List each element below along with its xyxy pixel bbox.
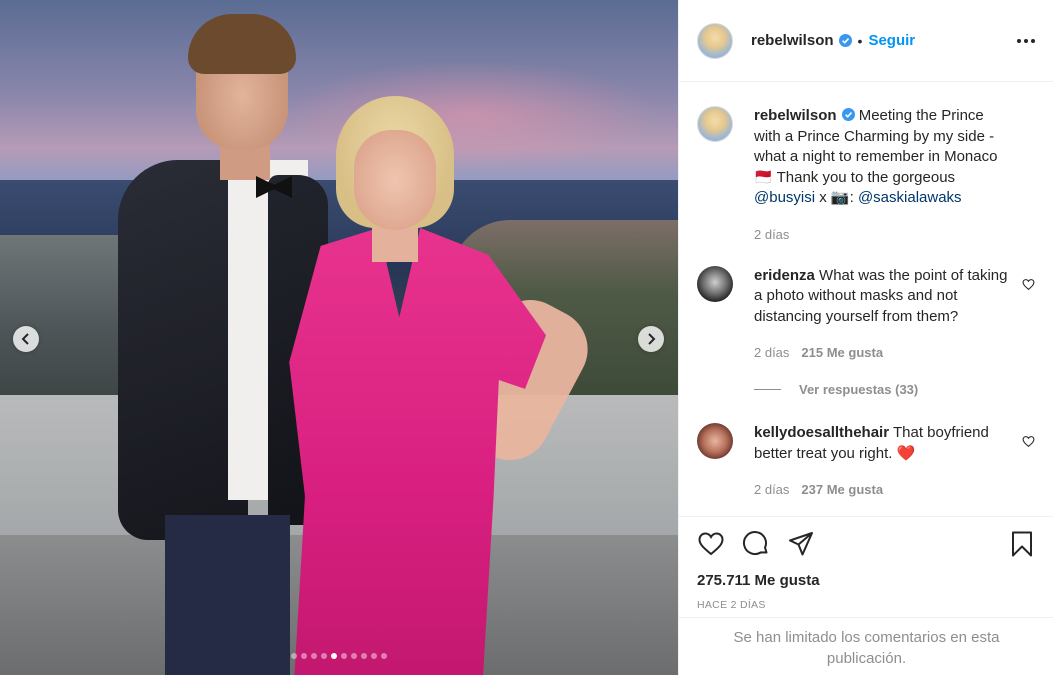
bookmark-icon[interactable] xyxy=(1008,530,1036,558)
comment-icon[interactable] xyxy=(742,530,770,558)
caption-colon: : xyxy=(849,189,854,206)
carousel-next-button[interactable] xyxy=(638,326,664,352)
carousel-dot xyxy=(311,653,317,659)
carousel-dot xyxy=(301,653,307,659)
view-replies-label: Ver respuestas (33) xyxy=(799,382,919,397)
comment-text: eridenza What was the point of taking a … xyxy=(754,266,1012,328)
carousel-indicator xyxy=(0,653,678,659)
monaco-flag-emoji: 🇲🇨 xyxy=(754,168,773,186)
carousel-dot xyxy=(351,653,357,659)
mention-saskialawaks[interactable]: @saskialawaks xyxy=(858,189,962,206)
post-like-count[interactable]: 275.711 Me gusta xyxy=(697,572,1036,589)
camera-emoji: 📷 xyxy=(830,189,850,206)
caption-author[interactable]: rebelwilson xyxy=(754,107,837,124)
caption-meta: 2 días xyxy=(754,227,1012,242)
comment-meta: 2 días 237 Me gusta xyxy=(754,482,1012,497)
carousel-dot xyxy=(321,653,327,659)
comment-like-heart-icon[interactable] xyxy=(1022,278,1035,291)
comment-item: eridenza What was the point of taking a … xyxy=(697,265,1035,360)
post-photo[interactable] xyxy=(0,0,678,675)
caption-avatar[interactable] xyxy=(697,106,733,142)
carousel-dot xyxy=(381,653,387,659)
comment-author[interactable]: eridenza xyxy=(754,267,815,284)
replies-divider xyxy=(754,389,781,390)
heart-icon[interactable] xyxy=(697,530,725,558)
comments-list[interactable]: rebelwilson Meeting the Prince with a Pr… xyxy=(679,82,1053,514)
comment-like-count[interactable]: 237 Me gusta xyxy=(801,482,883,497)
carousel-prev-button[interactable] xyxy=(13,326,39,352)
caption-line-2: Thank you to the gorgeous xyxy=(776,168,956,186)
chevron-left-icon xyxy=(21,333,29,345)
author-username[interactable]: rebelwilson xyxy=(751,32,834,49)
more-icon-dot xyxy=(1024,38,1028,43)
comment-like-heart-icon[interactable] xyxy=(1022,435,1035,448)
comment-item: kellydoesallthehair That boyfriend bette… xyxy=(697,423,1035,497)
caption: rebelwilson Meeting the Prince with a Pr… xyxy=(697,106,1035,242)
post-actions: 275.711 Me gusta HACE 2 DÍAS xyxy=(679,516,1053,611)
comment-time[interactable]: 2 días xyxy=(754,345,789,360)
share-icon[interactable] xyxy=(787,530,815,558)
carousel-dot xyxy=(341,653,347,659)
comment-like-count[interactable]: 215 Me gusta xyxy=(801,345,883,360)
more-options-button[interactable] xyxy=(1017,33,1035,49)
more-icon-dot xyxy=(1031,38,1035,43)
post-timestamp[interactable]: HACE 2 DÍAS xyxy=(697,599,1036,611)
author-avatar[interactable] xyxy=(697,22,733,59)
comment-meta: 2 días 215 Me gusta xyxy=(754,345,1012,360)
photo-man-hair xyxy=(188,14,296,74)
carousel-dot xyxy=(361,653,367,659)
carousel-dot xyxy=(291,653,297,659)
caption-time[interactable]: 2 días xyxy=(754,227,789,242)
comment-avatar[interactable] xyxy=(697,265,733,302)
post-header: rebelwilson • Seguir xyxy=(679,0,1053,82)
caption-text: rebelwilson Meeting the Prince with a Pr… xyxy=(754,106,1012,209)
more-icon xyxy=(1017,38,1021,43)
comment-time[interactable]: 2 días xyxy=(754,482,789,497)
photo-woman-face xyxy=(354,130,436,230)
caption-line-3: x xyxy=(819,189,827,206)
mention-busyisi[interactable]: @busyisi xyxy=(754,189,815,206)
photo-man-trousers xyxy=(165,515,290,675)
comment-text: kellydoesallthehair That boyfriend bette… xyxy=(754,423,1012,464)
comment-avatar[interactable] xyxy=(697,423,733,459)
verified-icon xyxy=(838,34,852,47)
comments-limited-notice: Se han limitado los comentarios en esta … xyxy=(679,617,1053,675)
chevron-right-icon xyxy=(648,333,656,345)
action-bar xyxy=(697,529,1036,559)
post-side-panel: rebelwilson • Seguir rebelwilson Meeting… xyxy=(678,0,1053,675)
verified-icon xyxy=(841,108,855,121)
comment-author[interactable]: kellydoesallthehair xyxy=(754,424,889,441)
carousel-dot xyxy=(371,653,377,659)
follow-button[interactable]: Seguir xyxy=(868,32,915,49)
carousel-dot xyxy=(331,653,337,659)
view-replies-button[interactable]: Ver respuestas (33) xyxy=(754,382,1035,397)
header-separator: • xyxy=(857,32,863,49)
red-heart-emoji: ❤️ xyxy=(896,444,916,462)
